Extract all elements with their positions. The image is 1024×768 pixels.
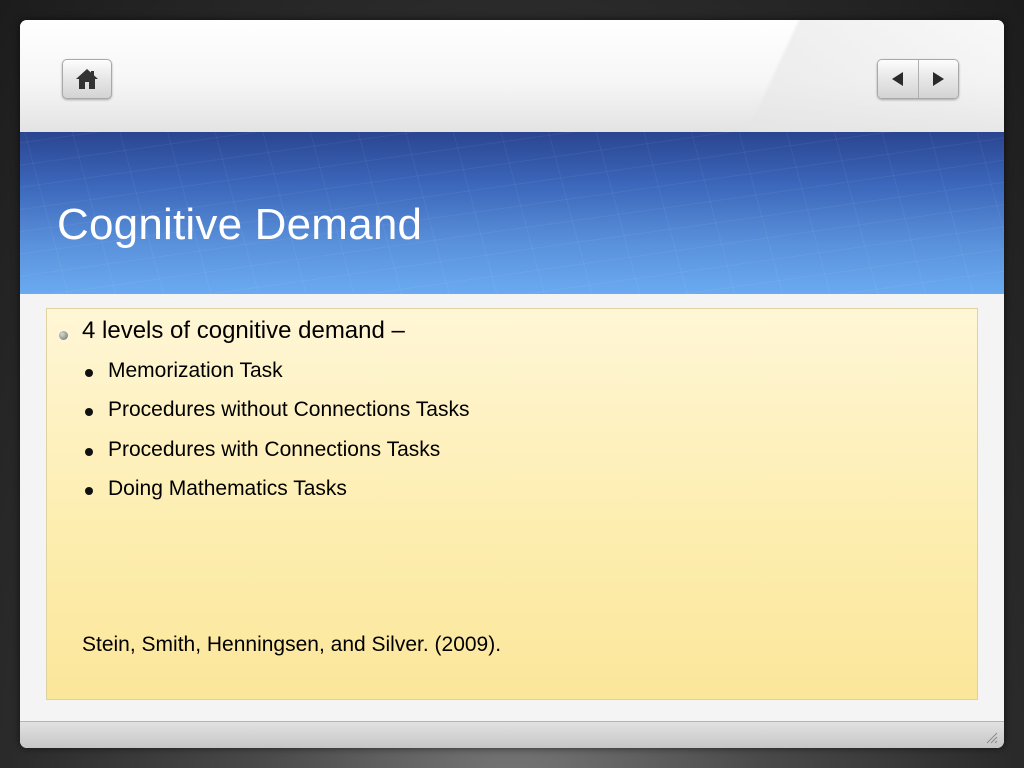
- bullet-dot-icon: [85, 448, 93, 456]
- bullet-dot-icon: [85, 369, 93, 377]
- bullet-dot-icon: [59, 331, 68, 340]
- arrow-left-icon: [891, 72, 903, 86]
- main-bullet-item: 4 levels of cognitive demand –: [59, 317, 405, 345]
- sub-bullet-text: Procedures without Connections Tasks: [108, 398, 470, 421]
- previous-slide-button[interactable]: [878, 60, 919, 98]
- slide-window: Cognitive Demand 4 levels of cognitive d…: [20, 20, 1004, 748]
- sub-bullet-item: Procedures without Connections Tasks: [85, 398, 470, 422]
- sub-bullet-text: Memorization Task: [108, 359, 283, 382]
- slide-title: Cognitive Demand: [57, 200, 423, 249]
- next-slide-button[interactable]: [918, 60, 958, 98]
- sub-bullet-item: Doing Mathematics Tasks: [85, 477, 347, 501]
- resize-grip-icon[interactable]: [984, 730, 998, 744]
- main-bullet-text: 4 levels of cognitive demand –: [82, 317, 405, 344]
- sub-bullet-text: Procedures with Connections Tasks: [108, 438, 441, 461]
- top-navigation-bar: [20, 20, 1004, 132]
- bullet-dot-icon: [85, 408, 93, 416]
- home-icon: [76, 69, 98, 89]
- sub-bullet-item: Memorization Task: [85, 359, 283, 383]
- bottom-status-bar: [20, 721, 1004, 748]
- bullet-dot-icon: [85, 487, 93, 495]
- sub-bullet-text: Doing Mathematics Tasks: [108, 477, 347, 500]
- content-panel: 4 levels of cognitive demand – Memorizat…: [46, 308, 978, 700]
- home-button[interactable]: [62, 59, 112, 99]
- sub-bullet-item: Procedures with Connections Tasks: [85, 438, 441, 462]
- slide-navigation-buttons: [877, 59, 959, 99]
- citation-text: Stein, Smith, Henningsen, and Silver. (2…: [82, 633, 502, 656]
- arrow-right-icon: [933, 72, 945, 86]
